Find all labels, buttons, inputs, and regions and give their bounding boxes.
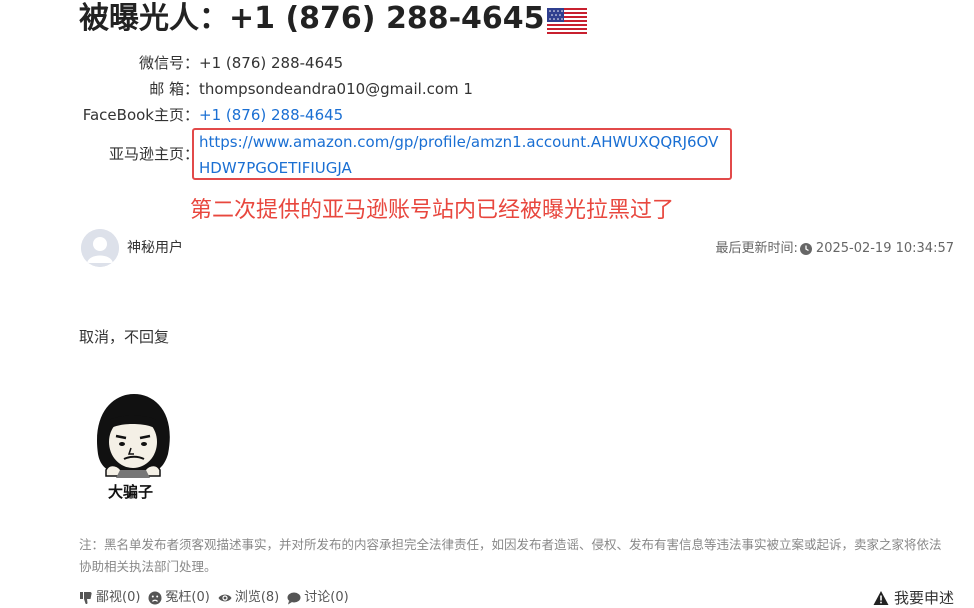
dislike-button[interactable]: 鄙视(0) — [79, 589, 140, 607]
wechat-label: 微信号： — [138, 54, 199, 72]
page-title: 被曝光人：+1 (876) 288-4645 — [79, 0, 587, 39]
complain-button[interactable]: 我要申述 — [873, 588, 954, 608]
comment-icon — [287, 592, 301, 605]
amazon-profile-link[interactable]: https://www.amazon.com/gp/profile/amzn1.… — [199, 129, 719, 181]
thumbs-down-icon — [80, 592, 92, 605]
clock-icon — [799, 243, 812, 255]
warning-annotation: 第二次提供的亚马逊账号站内已经被曝光拉黑过了 — [190, 198, 675, 223]
complain-label: 我要申述 — [893, 589, 954, 607]
wechat-value: +1 (876) 288-4645 — [199, 54, 344, 72]
email-value: thompsondeandra010@gmail.com 1 — [199, 80, 473, 98]
disclaimer-note: 注：黑名单发布者须客观描述事实，并对所发布的内容承担完全法律责任，如因发布者造谣… — [79, 537, 942, 574]
last-updated: 最后更新时间: 2025-02-19 10:34:57 — [716, 239, 954, 259]
comments-count: 讨论(0) — [304, 590, 349, 605]
user-name: 神秘用户 — [127, 240, 183, 256]
email-label: 邮 箱： — [149, 80, 199, 98]
wronged-button[interactable]: 冤枉(0) — [148, 589, 210, 607]
user-avatar-icon — [81, 229, 119, 267]
views-count: 浏览(8) — [234, 590, 280, 605]
amazon-label: 亚马逊主页： — [108, 145, 199, 163]
comments-button[interactable]: 讨论(0) — [287, 589, 349, 607]
us-flag-icon — [546, 8, 587, 34]
facebook-link[interactable]: +1 (876) 288-4645 — [199, 104, 343, 126]
eye-icon — [218, 594, 232, 602]
wronged-count: 冤枉(0) — [165, 590, 210, 605]
dislike-count: 鄙视(0) — [96, 590, 141, 605]
page-title-text: 被曝光人：+1 (876) 288-4645 — [79, 1, 545, 36]
reply-text: 取消，不回复 — [79, 328, 170, 346]
email-row: 邮 箱：thompsondeandra010@gmail.com 1 — [79, 78, 959, 100]
sad-face-icon — [148, 591, 162, 605]
updated-label: 最后更新时间: — [715, 241, 798, 256]
facebook-label: FaceBook主页： — [82, 106, 199, 124]
avatar — [81, 229, 119, 267]
updated-time: 2025-02-19 10:34:57 — [815, 241, 954, 256]
warning-triangle-icon — [873, 591, 889, 605]
action-bar: 鄙视(0) 冤枉(0) 浏览(8) 讨论(0) — [79, 589, 357, 607]
wechat-row: 微信号：+1 (876) 288-4645 — [79, 52, 959, 74]
meme-caption: 大骗子 — [108, 483, 154, 501]
views-indicator: 浏览(8) — [218, 589, 279, 607]
facebook-row: FaceBook主页：+1 (876) 288-4645 — [79, 104, 959, 126]
